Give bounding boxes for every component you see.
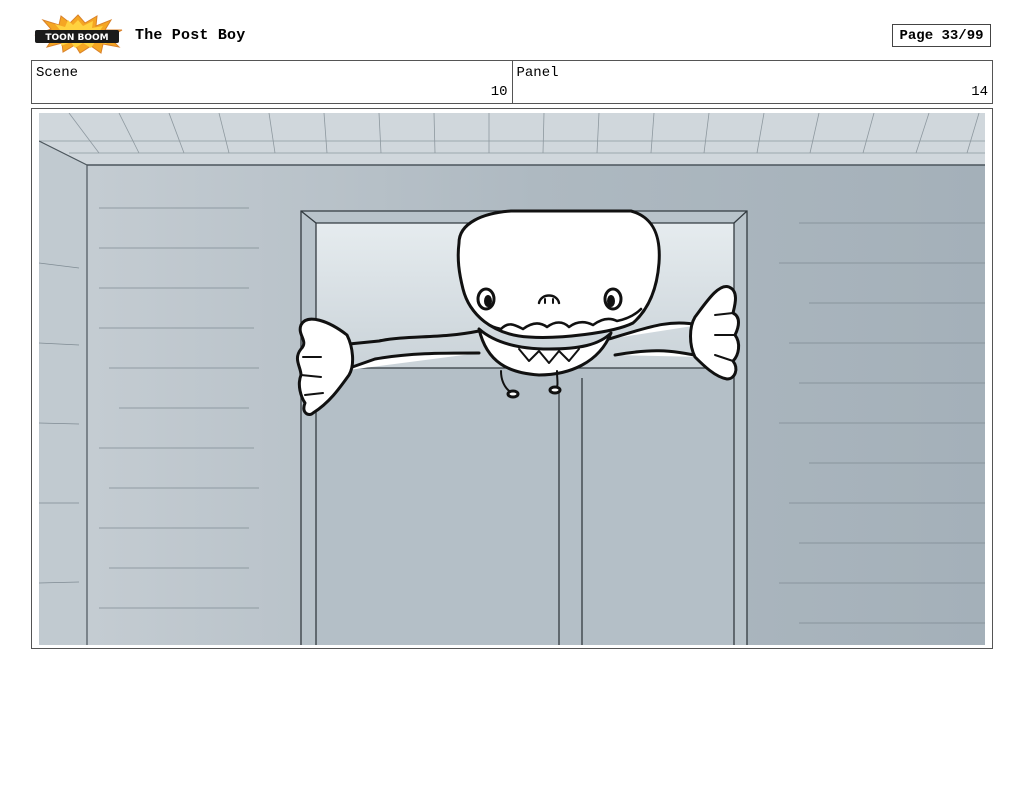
scene-label: Scene bbox=[36, 65, 79, 81]
left-wall bbox=[39, 141, 87, 645]
logo-text: TOON BOOM bbox=[45, 33, 108, 43]
document-title: The Post Boy bbox=[135, 27, 246, 44]
ceiling bbox=[39, 113, 985, 165]
panel-number: 14 bbox=[971, 84, 988, 100]
page-indicator: Page 33/99 bbox=[892, 24, 991, 47]
panel-cell: Panel 14 bbox=[511, 61, 993, 103]
scene-panel-info: Scene 10 Panel 14 bbox=[31, 60, 993, 104]
scene-cell: Scene 10 bbox=[32, 61, 512, 103]
panel-drawing bbox=[39, 113, 985, 645]
panel-label: Panel bbox=[516, 65, 559, 81]
storyboard-panel bbox=[31, 108, 993, 649]
scene-number: 10 bbox=[490, 84, 508, 100]
toon-boom-logo: TOON BOOM bbox=[34, 14, 123, 54]
